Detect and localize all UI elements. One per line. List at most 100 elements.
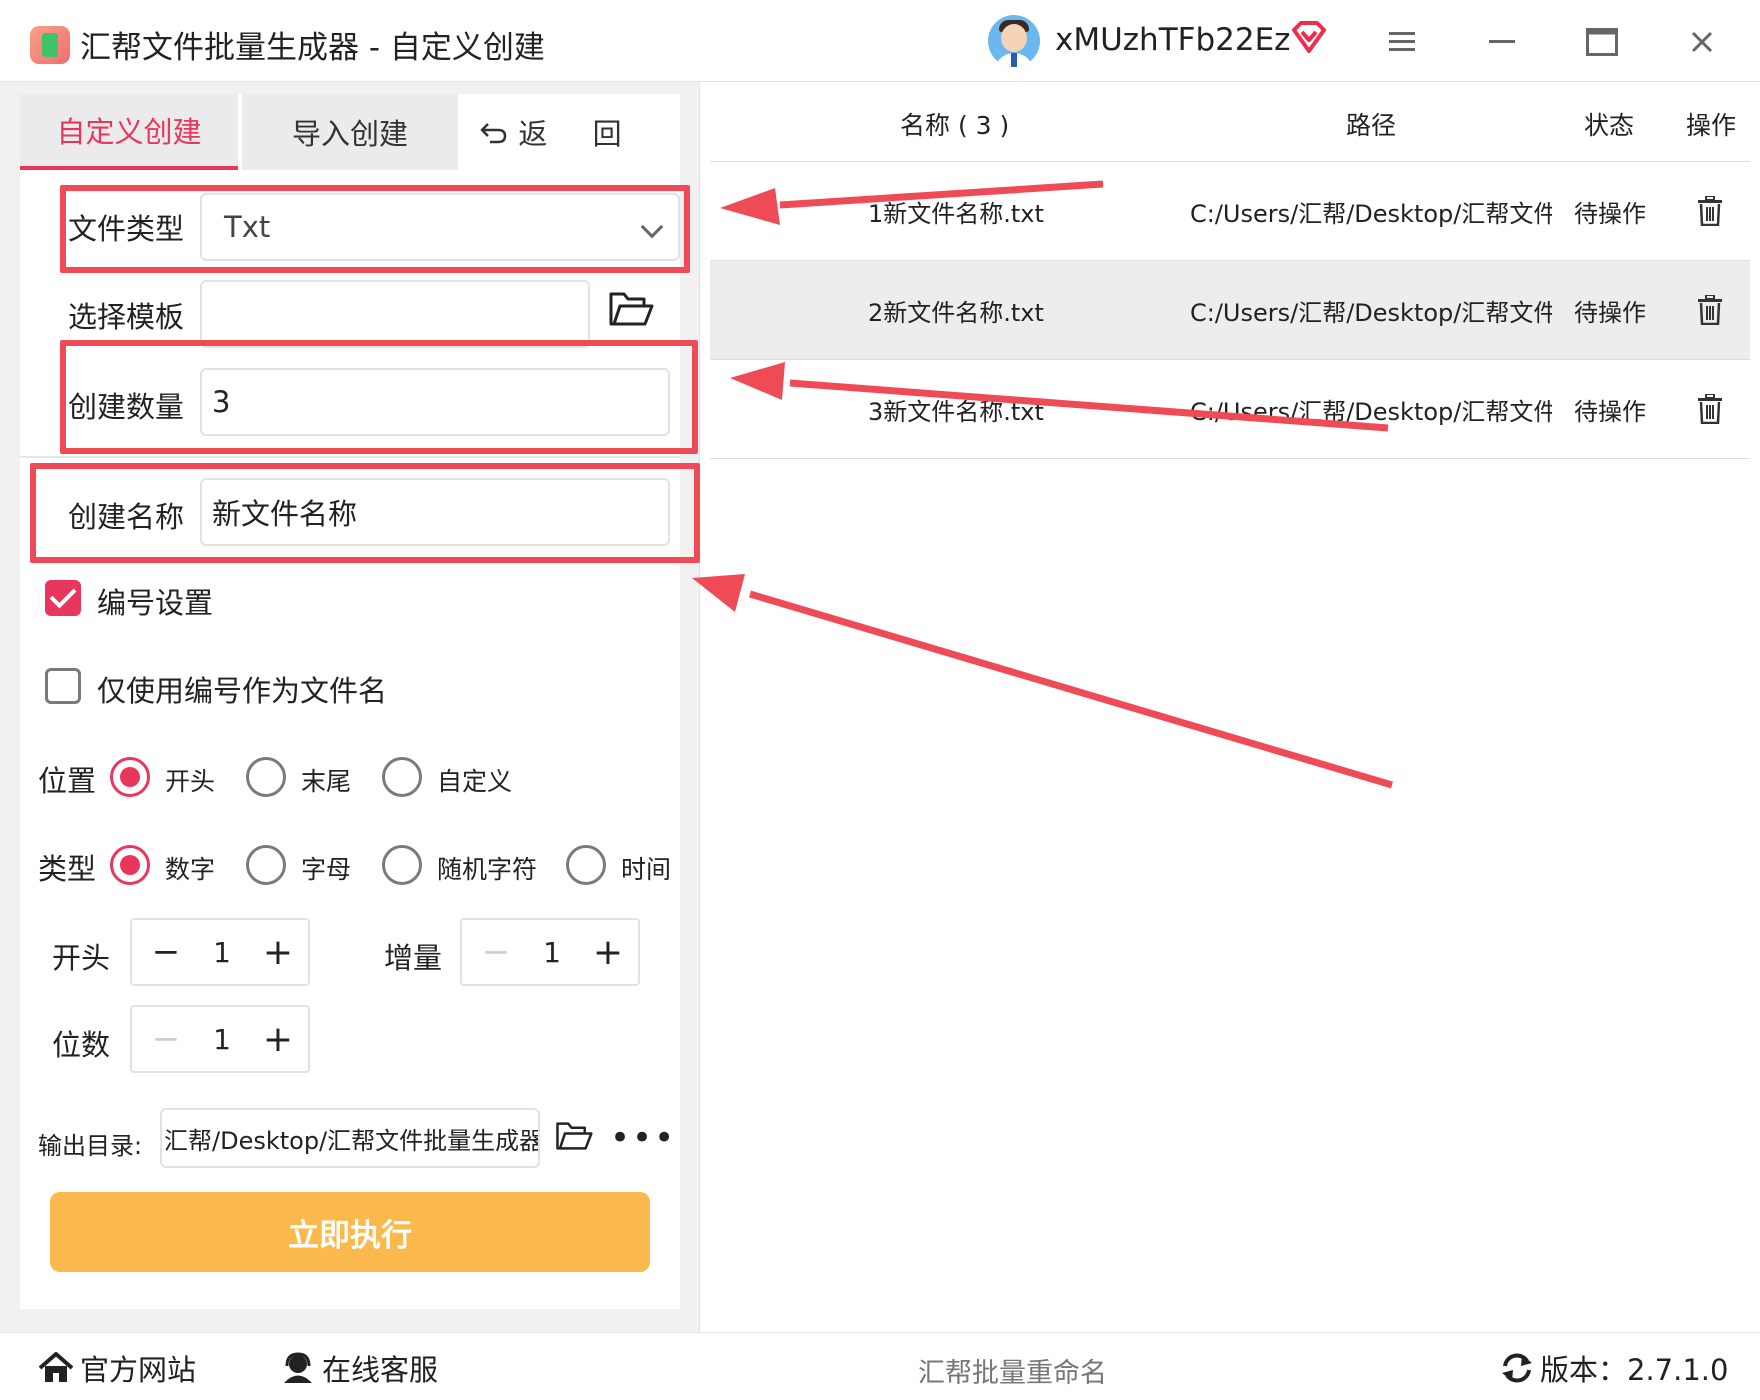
header-name[interactable]: 名称 ( 3 ) xyxy=(900,106,1009,142)
start-plus-button[interactable]: + xyxy=(258,930,298,974)
position-custom-radio[interactable] xyxy=(382,757,422,797)
official-website-link[interactable]: 官方网站 xyxy=(38,1347,196,1389)
type-letter-radio[interactable] xyxy=(246,845,286,885)
row-name: 3新文件名称.txt xyxy=(868,398,1044,426)
type-time-radio[interactable] xyxy=(566,845,606,885)
position-end-radio[interactable] xyxy=(246,757,286,797)
row-name: 1新文件名称.txt xyxy=(868,200,1044,228)
header-status[interactable]: 状态 xyxy=(1584,106,1634,142)
row-name: 2新文件名称.txt xyxy=(868,299,1044,327)
name-input[interactable]: 新文件名称 xyxy=(200,478,670,546)
digits-minus-button[interactable]: − xyxy=(146,1017,186,1061)
digits-stepper: − 1 + xyxy=(130,1005,310,1073)
count-input[interactable]: 3 xyxy=(200,368,670,436)
title-bar: 汇帮文件批量生成器 - 自定义创建 xMUzhTFb22Ez xyxy=(0,0,1760,82)
digits-label: 位数 xyxy=(52,1028,111,1062)
app-logo-icon xyxy=(30,26,70,64)
type-random-radio[interactable] xyxy=(382,845,422,885)
trash-icon[interactable] xyxy=(1697,196,1723,226)
position-option-end: 末尾 xyxy=(301,767,352,796)
only-number-label: 仅使用编号作为文件名 xyxy=(97,674,388,708)
row-path: C:/Users/汇帮/Desktop/汇帮文件 xyxy=(1190,398,1552,426)
chevron-down-icon xyxy=(640,215,664,239)
support-agent-icon xyxy=(284,1352,312,1383)
version-info[interactable]: 版本：2.7.1.0 xyxy=(1500,1347,1728,1389)
start-label: 开头 xyxy=(52,941,111,975)
header-action: 操作 xyxy=(1686,111,1737,140)
type-option-letter: 字母 xyxy=(301,855,352,884)
tab-import-label: 导入创建 xyxy=(291,117,408,151)
close-icon[interactable] xyxy=(1680,20,1724,64)
arrow-name xyxy=(692,574,1393,789)
count-label: 创建数量 xyxy=(68,390,185,424)
vip-diamond-icon[interactable] xyxy=(1290,20,1328,54)
row-path: C:/Users/汇帮/Desktop/汇帮文件 xyxy=(1190,200,1552,228)
minimize-icon[interactable] xyxy=(1480,20,1524,64)
position-start-radio[interactable] xyxy=(110,757,150,797)
increment-value[interactable]: 1 xyxy=(522,930,582,974)
more-options-icon[interactable]: ••• xyxy=(610,1118,676,1158)
file-type-value: Txt xyxy=(224,210,271,244)
refresh-icon xyxy=(1502,1353,1532,1383)
header-path[interactable]: 路径 xyxy=(1346,106,1396,142)
increment-stepper: − 1 + xyxy=(460,918,640,986)
output-label: 输出目录: xyxy=(38,1132,143,1160)
type-option-time: 时间 xyxy=(621,855,672,884)
type-option-number: 数字 xyxy=(165,855,216,884)
output-folder-icon[interactable] xyxy=(555,1120,593,1152)
avatar-face xyxy=(1001,24,1027,52)
back-label: 返 回 xyxy=(518,117,640,151)
increment-plus-button[interactable]: + xyxy=(588,930,628,974)
start-value[interactable]: 1 xyxy=(192,930,252,974)
table-row[interactable]: 2新文件名称.txt C:/Users/汇帮/Desktop/汇帮文件 待操作 xyxy=(710,261,1750,360)
type-option-random: 随机字符 xyxy=(437,855,538,884)
menu-icon[interactable] xyxy=(1380,20,1424,64)
website-label: 官方网站 xyxy=(80,1353,197,1387)
row-status: 待操作 xyxy=(1574,299,1646,327)
type-number-radio[interactable] xyxy=(110,845,150,885)
table-row[interactable]: 1新文件名称.txt C:/Users/汇帮/Desktop/汇帮文件 待操作 xyxy=(710,162,1750,261)
tab-import-create[interactable]: 导入创建 xyxy=(242,94,458,170)
position-label: 位置 xyxy=(38,764,97,798)
increment-minus-button[interactable]: − xyxy=(476,930,516,974)
file-type-label: 文件类型 xyxy=(68,212,185,246)
numbering-checkbox[interactable] xyxy=(45,580,81,616)
username[interactable]: xMUzhTFb22Ez xyxy=(1055,22,1290,58)
row-status: 待操作 xyxy=(1574,398,1646,426)
folder-open-icon[interactable] xyxy=(608,290,654,328)
row-path: C:/Users/汇帮/Desktop/汇帮文件 xyxy=(1190,299,1552,327)
start-stepper: − 1 + xyxy=(130,918,310,986)
avatar-tie xyxy=(1011,53,1017,67)
trash-icon[interactable] xyxy=(1697,295,1723,325)
position-option-start: 开头 xyxy=(165,767,216,796)
digits-plus-button[interactable]: + xyxy=(258,1017,298,1061)
digits-value[interactable]: 1 xyxy=(192,1017,252,1061)
execute-button[interactable]: 立即执行 xyxy=(50,1192,650,1272)
output-path-input[interactable]: 汇帮/Desktop/汇帮文件批量生成器 xyxy=(160,1108,540,1168)
only-number-checkbox[interactable] xyxy=(45,668,81,704)
start-minus-button[interactable]: − xyxy=(146,930,186,974)
version-label: 版本：2.7.1.0 xyxy=(1540,1353,1729,1387)
status-center-text: 汇帮批量重命名 xyxy=(918,1358,1107,1389)
window-title: 汇帮文件批量生成器 - 自定义创建 xyxy=(80,30,545,66)
template-label: 选择模板 xyxy=(68,300,185,334)
user-avatar[interactable] xyxy=(988,15,1040,67)
template-input[interactable] xyxy=(200,280,590,348)
maximize-icon[interactable] xyxy=(1580,20,1624,64)
back-button[interactable]: 返 回 xyxy=(480,94,640,170)
type-label: 类型 xyxy=(38,852,97,886)
form-divider xyxy=(20,456,680,458)
table-row[interactable]: 3新文件名称.txt C:/Users/汇帮/Desktop/汇帮文件 待操作 xyxy=(710,360,1750,459)
row-status: 待操作 xyxy=(1574,200,1646,228)
support-label: 在线客服 xyxy=(322,1353,439,1387)
home-icon xyxy=(38,1352,74,1382)
trash-icon[interactable] xyxy=(1697,394,1723,424)
back-arrow-icon xyxy=(481,123,507,144)
tab-custom-create[interactable]: 自定义创建 xyxy=(20,94,238,170)
numbering-label: 编号设置 xyxy=(97,586,214,620)
position-option-custom: 自定义 xyxy=(437,767,513,796)
file-type-select[interactable]: Txt xyxy=(200,193,680,261)
online-support-link[interactable]: 在线客服 xyxy=(280,1347,438,1389)
file-table-header: 名称 ( 3 ) 路径 状态 操作 xyxy=(710,82,1750,162)
name-label: 创建名称 xyxy=(68,500,185,534)
